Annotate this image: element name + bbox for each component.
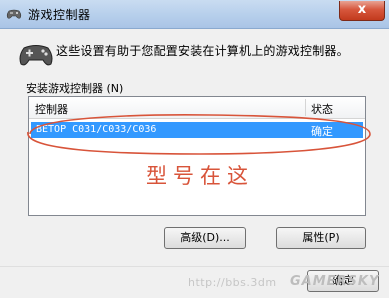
properties-button[interactable]: 属性(P) — [276, 227, 366, 249]
annotation-text: 型号在这 — [146, 164, 254, 188]
description-text: 这些设置有助于您配置安装在计算机上的游戏控制器。 — [56, 44, 349, 58]
list-item[interactable]: BETOP C031/C033/C036 确定 — [31, 122, 363, 138]
column-header-status[interactable]: 状态 — [311, 101, 333, 117]
window-title: 游戏控制器 — [28, 8, 91, 22]
controller-status: 确定 — [311, 125, 333, 138]
controller-list[interactable]: 控制器 状态 BETOP C031/C033/C036 确定 — [28, 96, 366, 216]
column-divider[interactable] — [305, 99, 306, 116]
gamepad-icon — [6, 9, 22, 19]
installed-controllers-label: 安装游戏控制器 (N) — [26, 82, 124, 95]
watermark-logo: GAMERSKY — [290, 274, 380, 289]
list-header: 控制器 状态 — [29, 97, 365, 119]
title-bar: 游戏控制器 x — [0, 0, 389, 29]
watermark-url: http://bbs.3dm — [188, 276, 277, 289]
close-button[interactable]: x — [339, 1, 385, 21]
gamepad-icon — [19, 45, 53, 66]
column-header-controller[interactable]: 控制器 — [35, 101, 68, 117]
advanced-button[interactable]: 高级(D)... — [164, 227, 246, 249]
controller-name: BETOP C031/C033/C036 — [36, 124, 157, 135]
